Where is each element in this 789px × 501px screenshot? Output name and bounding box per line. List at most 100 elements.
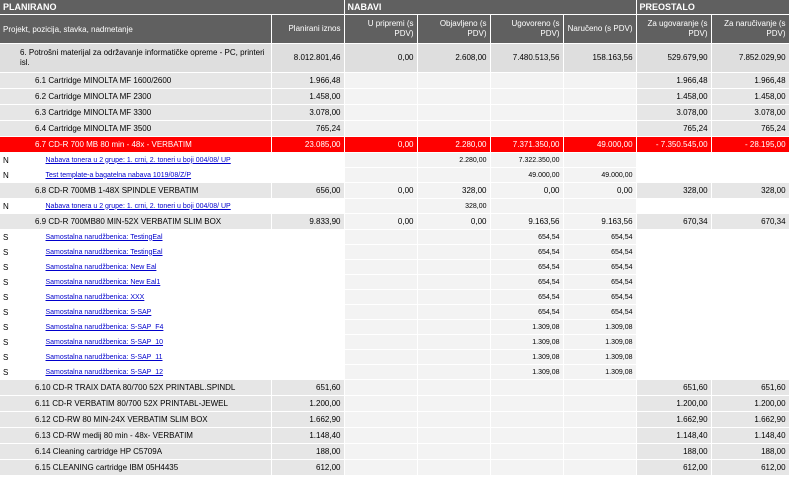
cell-contracted: 9.163,56 bbox=[490, 213, 564, 230]
cell-prepare bbox=[344, 379, 418, 396]
col-project[interactable]: Projekt, pozicija, stavka, nadmetanje bbox=[0, 14, 272, 44]
cell-ordered: 49.000,00 bbox=[563, 167, 637, 183]
cell-ordered: 654,54 bbox=[563, 274, 637, 290]
procurement-link[interactable]: Nabava tonera u 2 grupe: 1. crni, 2. ton… bbox=[46, 203, 231, 210]
cell-prepare: 0,00 bbox=[344, 43, 418, 73]
col-published[interactable]: Objavljeno (s PDV) bbox=[417, 14, 491, 44]
cell-prepare bbox=[344, 411, 418, 428]
cell-to-order: 188,00 bbox=[711, 443, 789, 460]
cell-ordered bbox=[563, 152, 637, 168]
col-contracted[interactable]: Ugovoreno (s PDV) bbox=[490, 14, 564, 44]
cell-contracted: 0,00 bbox=[490, 182, 564, 199]
table-row[interactable]: 6.4 Cartridge MINOLTA MF 3500 765,24 765,2… bbox=[0, 120, 789, 137]
sub-row[interactable]: S Samostalna narudžbenica: New Eal 654,54 6… bbox=[0, 259, 789, 275]
cell-prepare bbox=[344, 427, 418, 444]
sub-row[interactable]: S Samostalna narudžbenica: TestingEal 654,… bbox=[0, 229, 789, 245]
procurement-link[interactable]: Samostalna narudžbenica: TestingEal bbox=[46, 234, 163, 241]
table-row[interactable]: 6.3 Cartridge MINOLTA MF 3300 3.078,00 3.0… bbox=[0, 104, 789, 121]
cell-prepare bbox=[344, 334, 418, 350]
procurement-link[interactable]: Samostalna narudžbenica: XXX bbox=[46, 294, 145, 301]
cell-contracted: 654,54 bbox=[490, 289, 564, 305]
procurement-link[interactable]: Nabava tonera u 2 grupe: 1. crni, 2. ton… bbox=[46, 157, 231, 164]
cell-to-contract bbox=[636, 152, 712, 168]
table-row[interactable]: 6.8 CD-R 700MB 1-48X SPINDLE VERBATIM 656… bbox=[0, 182, 789, 199]
cell-ordered: 9.163,56 bbox=[563, 213, 637, 230]
cell-to-contract bbox=[636, 304, 712, 320]
row-name: 6.14 Cleaning cartridge HP C5709A bbox=[0, 443, 272, 460]
cell-prepare bbox=[344, 120, 418, 137]
col-planned[interactable]: Planirani iznos bbox=[271, 14, 345, 44]
row-name-cell: Samostalna narudžbenica: S-SAP_10 bbox=[35, 334, 272, 350]
cell-to-order bbox=[711, 244, 789, 260]
position-row[interactable]: 6. Potrošni materijal za održavanje info… bbox=[0, 43, 789, 73]
cell-contracted bbox=[490, 443, 564, 460]
procurement-link[interactable]: Samostalna narudžbenica: S-SAP_F4 bbox=[46, 324, 164, 331]
table-row[interactable]: 6.11 CD-R VERBATIM 80/700 52X PRINTABL-J… bbox=[0, 395, 789, 412]
sub-row[interactable]: N Nabava tonera u 2 grupe: 1. crni, 2. to… bbox=[0, 152, 789, 168]
table-row[interactable]: 6.14 Cleaning cartridge HP C5709A 188,00 1… bbox=[0, 443, 789, 460]
procurement-link[interactable]: Samostalna narudžbenica: S-SAP_10 bbox=[46, 339, 164, 346]
cell-prepare bbox=[344, 72, 418, 89]
procurement-link[interactable]: Samostalna narudžbenica: New Eal1 bbox=[46, 279, 161, 286]
cell-to-contract: 670,34 bbox=[636, 213, 712, 230]
cell-contracted bbox=[490, 104, 564, 121]
sub-row[interactable]: N Nabava tonera u 2 grupe: 1. crni, 2. to… bbox=[0, 198, 789, 214]
procurement-link[interactable]: Samostalna narudžbenica: TestingEal bbox=[46, 249, 163, 256]
cell-planned: 1.966,48 bbox=[271, 72, 345, 89]
table-row[interactable]: 6.9 CD-R 700MB80 MIN-52X VERBATIM SLIM B… bbox=[0, 213, 789, 230]
col-to-order[interactable]: Za naručivanje (s PDV) bbox=[711, 14, 789, 44]
cell-planned bbox=[271, 152, 345, 168]
table-row[interactable]: 6.12 CD-RW 80 MIN-24X VERBATIM SLIM BOX 1… bbox=[0, 411, 789, 428]
procurement-link[interactable]: Samostalna narudžbenica: S-SAP_12 bbox=[46, 369, 164, 376]
cell-prepare bbox=[344, 349, 418, 365]
procurement-link[interactable]: Samostalna narudžbenica: New Eal bbox=[46, 264, 157, 271]
cell-to-contract: 1.458,00 bbox=[636, 88, 712, 105]
cell-prepare bbox=[344, 167, 418, 183]
table-row[interactable]: 6.7 CD-R 700 MB 80 min - 48x - VERBATIM 2… bbox=[0, 136, 789, 153]
row-name: 6.1 Cartridge MINOLTA MF 1600/2600 bbox=[0, 72, 272, 89]
cell-to-contract bbox=[636, 259, 712, 275]
sub-row[interactable]: S Samostalna narudžbenica: S-SAP_10 1.309,… bbox=[0, 334, 789, 350]
sub-row[interactable]: S Samostalna narudžbenica: New Eal1 654,54… bbox=[0, 274, 789, 290]
col-prepare[interactable]: U pripremi (s PDV) bbox=[344, 14, 418, 44]
col-ordered[interactable]: Naručeno (s PDV) bbox=[563, 14, 637, 44]
cell-ordered bbox=[563, 395, 637, 412]
procurement-link[interactable]: Test template-a bagatelna nabava 1019/08… bbox=[46, 172, 192, 179]
row-name: 6.10 CD-R TRAIX DATA 80/700 52X PRINTABL… bbox=[0, 379, 272, 396]
sub-row[interactable]: S Samostalna narudžbenica: S-SAP_12 1.309,… bbox=[0, 364, 789, 380]
sub-row[interactable]: S Samostalna narudžbenica: XXX 654,54 654,5… bbox=[0, 289, 789, 305]
row-flag: S bbox=[0, 229, 36, 245]
cell-planned bbox=[271, 349, 345, 365]
sub-row[interactable]: S Samostalna narudžbenica: S-SAP_F4 1.309,… bbox=[0, 319, 789, 335]
sub-row[interactable]: S Samostalna narudžbenica: TestingEal 654,… bbox=[0, 244, 789, 260]
cell-contracted: 7.480.513,56 bbox=[490, 43, 564, 73]
col-to-contract[interactable]: Za ugovaranje (s PDV) bbox=[636, 14, 712, 44]
cell-prepare bbox=[344, 244, 418, 260]
cell-contracted: 654,54 bbox=[490, 274, 564, 290]
group-header-row: PLANIRANO NABAVI PREOSTALO bbox=[0, 0, 789, 15]
table-row[interactable]: 6.1 Cartridge MINOLTA MF 1600/2600 1.966,… bbox=[0, 72, 789, 89]
cell-to-contract: 765,24 bbox=[636, 120, 712, 137]
procurement-link[interactable]: Samostalna narudžbenica: S-SAP bbox=[46, 309, 152, 316]
cell-ordered bbox=[563, 198, 637, 214]
table-body: 6. Potrošni materijal za održavanje info… bbox=[0, 43, 789, 476]
column-header-row: Projekt, pozicija, stavka, nadmetanje Pl… bbox=[0, 14, 789, 44]
row-name: 6. Potrošni materijal za održavanje info… bbox=[0, 43, 272, 73]
sub-row[interactable]: S Samostalna narudžbenica: S-SAP 654,54 654… bbox=[0, 304, 789, 320]
table-row[interactable]: 6.15 CLEANING cartridge IBM 05H4435 612,0… bbox=[0, 459, 789, 476]
procurement-link[interactable]: Samostalna narudžbenica: S-SAP_11 bbox=[46, 354, 163, 361]
cell-planned: 1.148,40 bbox=[271, 427, 345, 444]
cell-prepare bbox=[344, 88, 418, 105]
cell-planned bbox=[271, 259, 345, 275]
sub-row[interactable]: S Samostalna narudžbenica: S-SAP_11 1.309,… bbox=[0, 349, 789, 365]
table-row[interactable]: 6.13 CD-RW medij 80 min - 48x- VERBATIM 1… bbox=[0, 427, 789, 444]
cell-to-order bbox=[711, 229, 789, 245]
table-row[interactable]: 6.10 CD-R TRAIX DATA 80/700 52X PRINTABL… bbox=[0, 379, 789, 396]
cell-published bbox=[417, 379, 491, 396]
sub-row[interactable]: N Test template-a bagatelna nabava 1019/0… bbox=[0, 167, 789, 183]
cell-contracted: 1.309,08 bbox=[490, 364, 564, 380]
table-row[interactable]: 6.2 Cartridge MINOLTA MF 2300 1.458,00 1.4… bbox=[0, 88, 789, 105]
cell-to-contract bbox=[636, 334, 712, 350]
group-remaining: PREOSTALO bbox=[636, 0, 789, 15]
cell-planned: 1.200,00 bbox=[271, 395, 345, 412]
